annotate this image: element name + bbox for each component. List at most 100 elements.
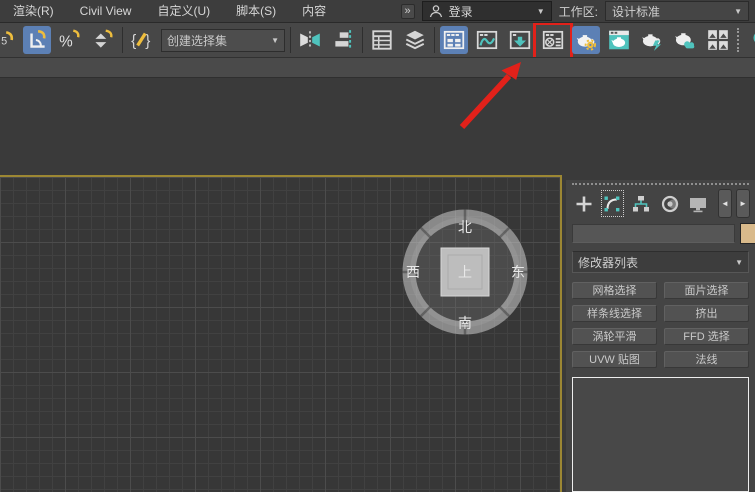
render-setup-icon <box>576 35 597 51</box>
angle-snap-icon <box>30 29 46 48</box>
workspace-dropdown[interactable]: 设计标准 ▼ <box>605 1 749 21</box>
menu-bar: 渲染(R) Civil View 自定义(U) 脚本(S) 内容 » 登录 ▼ … <box>0 0 755 23</box>
curve-editor-button[interactable] <box>473 26 501 54</box>
modifier-button-mesh-select[interactable]: 网格选择 <box>572 282 657 299</box>
chevron-down-icon: ▼ <box>536 6 545 16</box>
render-in-cloud-icon <box>675 33 695 49</box>
top-viewport[interactable]: 上 北 西 东 南 <box>0 175 562 492</box>
named-selection-set-combo[interactable]: 创建选择集 ▼ <box>161 28 285 52</box>
arrow-right-icon: ► <box>739 199 747 208</box>
command-panel-tabs: ◄ ► <box>571 187 750 220</box>
object-name-field[interactable] <box>572 224 735 243</box>
edit-named-selection-sets-button[interactable]: { } <box>128 26 156 54</box>
compass-north-label[interactable]: 北 <box>458 219 472 235</box>
main-toolbar: 2.5 % <box>0 23 755 58</box>
tab-display[interactable] <box>685 189 711 218</box>
align-icon <box>335 30 352 50</box>
rendered-frame-window-icon <box>609 30 629 50</box>
asset-library-button[interactable] <box>704 26 732 54</box>
workspace-value: 设计标准 <box>612 4 661 19</box>
arrow-left-icon: ◄ <box>721 199 729 208</box>
tab-hierarchy[interactable] <box>628 189 654 218</box>
viewcube-top-label: 上 <box>458 264 472 280</box>
compass-west-label[interactable]: 西 <box>406 264 420 280</box>
login-dropdown[interactable]: 登录 ▼ <box>421 1 552 21</box>
modifier-stack-list[interactable] <box>572 377 749 492</box>
chevron-down-icon: ▼ <box>735 257 743 267</box>
toolbar-separator <box>434 27 435 53</box>
workspace-label: 工作区: <box>558 4 598 19</box>
align-button[interactable] <box>329 26 357 54</box>
compass-south-label[interactable]: 南 <box>458 315 472 331</box>
modifier-button-patch-select[interactable]: 面片选择 <box>664 282 749 299</box>
modifier-button-normal[interactable]: 法线 <box>664 351 749 368</box>
material-editor-icon <box>542 30 564 50</box>
angle-snap-toggle-button[interactable] <box>23 26 51 54</box>
snaps-2-5-icon: 2.5 <box>0 31 14 47</box>
spinner-snap-toggle-button[interactable] <box>89 26 117 54</box>
modifier-button-ffd-select[interactable]: FFD 选择 <box>664 328 749 345</box>
motion-wheel-icon <box>661 195 678 212</box>
toolbar-separator-dotted <box>737 28 741 52</box>
menu-customize[interactable]: 自定义(U) <box>144 0 223 22</box>
modifier-button-turbosmooth[interactable]: 涡轮平滑 <box>572 328 657 345</box>
viewport-layout-strip <box>0 58 755 78</box>
layer-explorer-icon <box>405 30 425 50</box>
layer-explorer-button[interactable] <box>401 26 429 54</box>
login-label: 登录 <box>448 4 473 19</box>
display-monitor-icon <box>690 197 707 212</box>
hierarchy-icon <box>632 195 649 211</box>
menu-render[interactable]: 渲染(R) <box>0 0 67 22</box>
render-production-button[interactable] <box>638 26 666 54</box>
render-setup-button[interactable] <box>572 26 600 54</box>
modifier-button-uvw-map[interactable]: UVW 贴图 <box>572 351 657 368</box>
spinner-snap-icon <box>95 29 113 48</box>
menu-content[interactable]: 内容 <box>289 0 339 22</box>
mirror-button[interactable] <box>296 26 324 54</box>
scene-explorer-button[interactable] <box>368 26 396 54</box>
compass-east-label[interactable]: 东 <box>511 264 525 280</box>
user-icon <box>429 5 442 18</box>
toolbar-separator <box>362 27 363 53</box>
svg-text:2.5: 2.5 <box>0 35 7 47</box>
default-lighting-button[interactable] <box>746 26 755 54</box>
chevron-down-icon: ▼ <box>734 6 742 16</box>
scene-explorer-icon <box>372 30 392 50</box>
named-selection-set-value: 创建选择集 <box>167 33 228 48</box>
modifier-list-dropdown[interactable]: 修改器列表 ▼ <box>572 251 749 273</box>
snaps-toggle-button[interactable]: 2.5 <box>0 26 18 54</box>
tab-modify[interactable] <box>600 189 626 218</box>
modifier-button-spline-select[interactable]: 样条线选择 <box>572 305 657 322</box>
menu-scripting[interactable]: 脚本(S) <box>223 0 289 22</box>
asset-library-icon <box>708 30 728 50</box>
chevron-down-icon: ▼ <box>271 35 279 45</box>
command-panel: ◄ ► 修改器列表 ▼ 网格选择 面片选择 样条线选择 挤出 涡轮平滑 FFD … <box>566 180 755 492</box>
menu-civil-view[interactable]: Civil View <box>67 0 145 22</box>
viewcube-compass[interactable]: 上 北 西 东 南 <box>390 197 540 347</box>
object-color-swatch[interactable] <box>740 223 755 244</box>
mirror-icon <box>300 31 320 49</box>
ribbon-toggle-icon <box>443 30 465 50</box>
material-editor-button[interactable] <box>533 23 573 57</box>
light-bulb-icon <box>753 33 755 43</box>
tab-create[interactable] <box>571 189 597 218</box>
object-name-row <box>572 223 755 244</box>
modifier-buttons-grid: 网格选择 面片选择 样条线选择 挤出 涡轮平滑 FFD 选择 UVW 贴图 法线 <box>572 282 749 368</box>
panel-scroll-right-button[interactable]: ► <box>735 189 750 218</box>
percent-snap-toggle-button[interactable]: % <box>56 26 84 54</box>
toolbar-overflow-chevron[interactable]: » <box>400 3 415 19</box>
panel-scroll-left-button[interactable]: ◄ <box>717 189 732 218</box>
rendered-frame-window-button[interactable] <box>605 26 633 54</box>
panel-drag-handle[interactable] <box>572 183 749 185</box>
curve-editor-icon <box>476 30 498 50</box>
schematic-view-button[interactable] <box>506 26 534 54</box>
render-in-cloud-button[interactable] <box>671 26 699 54</box>
tab-motion[interactable] <box>657 189 683 218</box>
3dsmax-window: 渲染(R) Civil View 自定义(U) 脚本(S) 内容 » 登录 ▼ … <box>0 0 755 492</box>
svg-text:%: % <box>59 34 73 51</box>
braces-pencil-icon: { } <box>131 32 150 49</box>
toolbar-separator <box>122 27 123 53</box>
ribbon-toggle-button[interactable] <box>440 26 468 54</box>
modify-icon <box>604 196 620 211</box>
modifier-button-extrude[interactable]: 挤出 <box>664 305 749 322</box>
